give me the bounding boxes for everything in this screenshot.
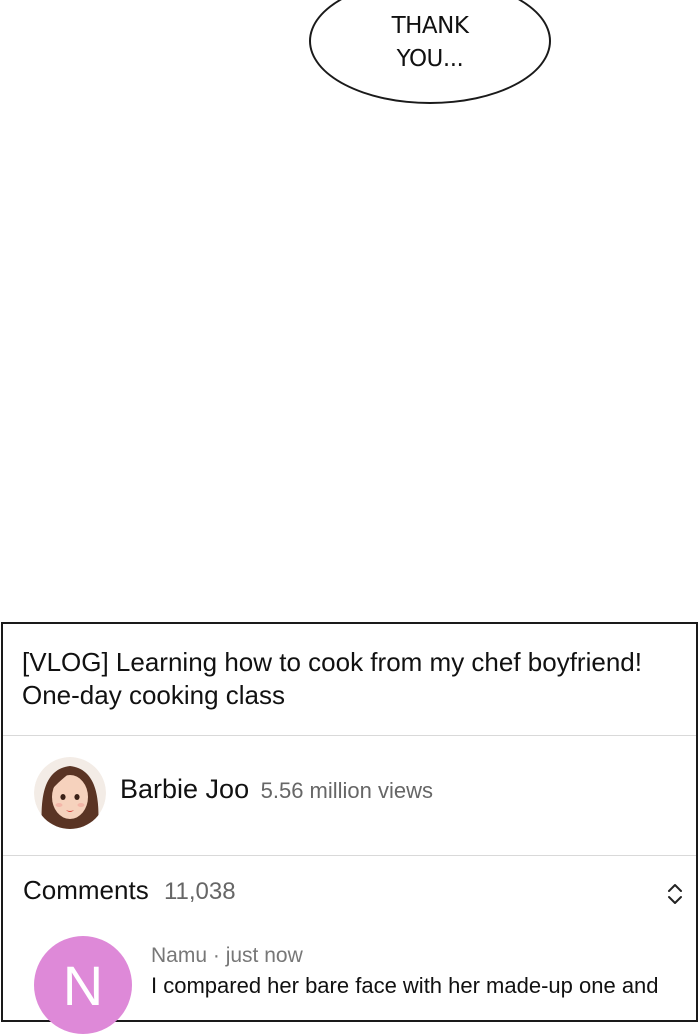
comment-author: Namu [151, 944, 208, 967]
video-title-line-2: One-day cooking class [22, 680, 286, 710]
comments-count: 11,038 [163, 878, 236, 905]
chevron-up-down-icon[interactable] [663, 880, 687, 908]
comment-author-avatar[interactable]: N [34, 936, 132, 1034]
divider [3, 855, 696, 856]
speech-line-1: THANK [391, 13, 469, 39]
video-title[interactable]: [VLOG] Learning how to cook from my chef… [22, 646, 682, 712]
comment-text: I compared her bare face with her made-u… [151, 973, 659, 998]
channel-avatar[interactable] [34, 757, 106, 829]
speech-line-2: YOU... [396, 46, 464, 72]
comment-time: just now [225, 944, 303, 967]
speech-bubble: THANK YOU... [309, 0, 551, 104]
divider [3, 735, 696, 736]
video-title-line-1: [VLOG] Learning how to cook from my chef… [22, 647, 642, 677]
channel-info: Barbie Joo 5.56 million views [120, 774, 433, 805]
comments-header[interactable]: Comments 11,038 [23, 875, 236, 906]
comment-meta: Namu · just now [151, 944, 303, 968]
video-card: [VLOG] Learning how to cook from my chef… [1, 622, 698, 1034]
view-count: 5.56 million views [260, 778, 434, 803]
channel-name[interactable]: Barbie Joo [120, 774, 249, 804]
speech-bubble-text: THANK YOU... [311, 10, 549, 76]
meta-separator: · [212, 944, 226, 967]
comments-title: Comments [23, 875, 149, 905]
woman-portrait-avatar-icon [34, 757, 106, 829]
